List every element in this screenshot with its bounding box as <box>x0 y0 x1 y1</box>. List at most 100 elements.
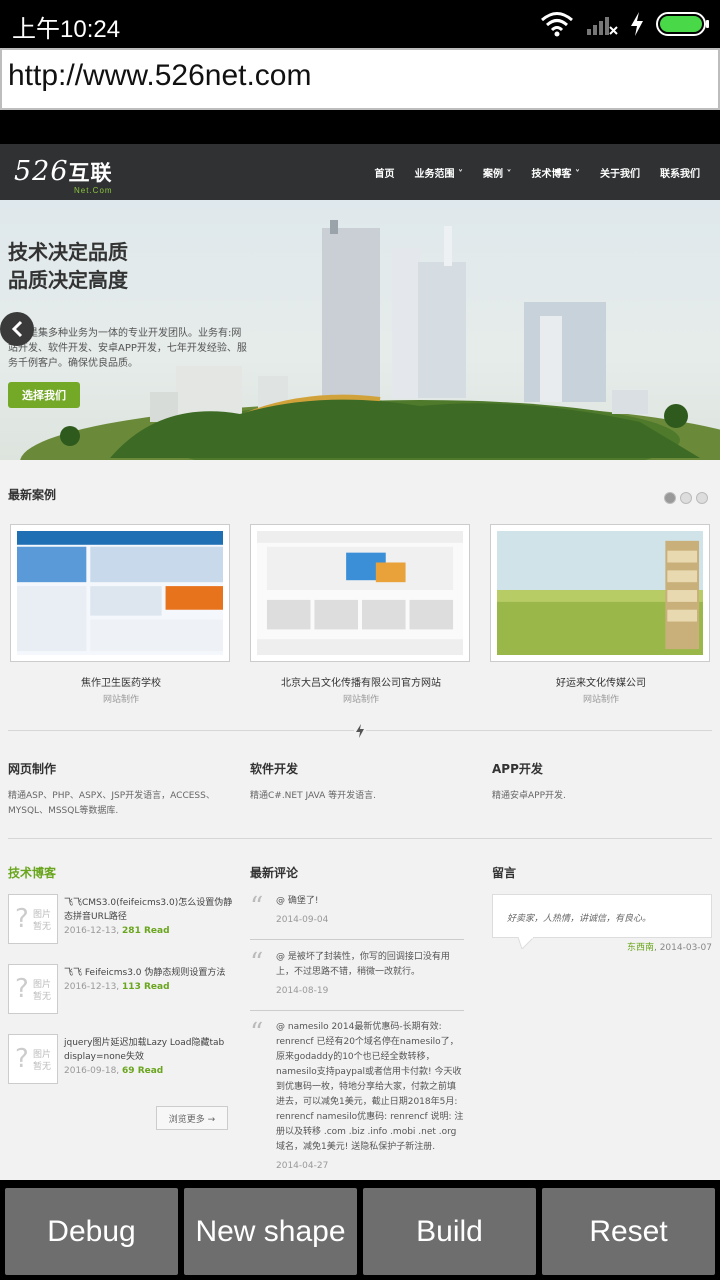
case-name[interactable]: 北京大吕文化传播有限公司官方网站 <box>250 674 472 689</box>
service-software: 软件开发 精通C#.NET JAVA 等开发语言. <box>250 760 470 804</box>
comment-text[interactable]: @ 是被坏了封装性，你写的回调接口没有用上，不过思路不错，稍微一改就行。 <box>276 950 464 980</box>
blog-item-meta: 2016-12-13, 281 Read <box>64 926 170 936</box>
service-desc: 精通C#.NET JAVA 等开发语言. <box>250 791 377 801</box>
reset-button[interactable]: Reset <box>542 1188 715 1275</box>
case-thumbnail[interactable] <box>250 524 470 662</box>
case-thumbnail[interactable] <box>10 524 230 662</box>
svg-text:图片: 图片 <box>33 908 51 920</box>
battery-icon <box>656 12 709 36</box>
url-input[interactable] <box>2 50 718 108</box>
hero-banner: 技术决定品质 品质决定高度 互联是集多种业务为一体的专业开发团队。业务有:网站开… <box>0 200 720 460</box>
nav-about[interactable]: 关于我们 <box>600 165 640 180</box>
image-placeholder: ? 图片 暂无 <box>8 894 58 944</box>
comment-item: “ @ 是被坏了封装性，你写的回调接口没有用上，不过思路不错，稍微一改就行。 2… <box>250 950 464 996</box>
blog-item-meta: 2016-09-18, 69 Read <box>64 1066 164 1076</box>
case-name[interactable]: 好运来文化传媒公司 <box>490 674 712 689</box>
section-divider <box>8 838 712 839</box>
bottom-toolbar: Debug New shape Build Reset <box>0 1180 720 1280</box>
logo-cn: 互联 <box>68 161 113 185</box>
comment-divider <box>250 1010 464 1011</box>
quote-icon: “ <box>250 892 264 922</box>
service-web: 网页制作 精通ASP、PHP、ASPX、JSP开发语言，ACCESS、MYSQL… <box>8 760 228 819</box>
webview[interactable]: 526互联 Net.Com 首页 业务范围 ˅ 案例 ˅ 技术博客 ˅ 关于我们… <box>0 144 720 1180</box>
site-nav-menu: 首页 业务范围 ˅ 案例 ˅ 技术博客 ˅ 关于我们 联系我们 <box>375 144 700 200</box>
quote-icon: “ <box>250 948 264 978</box>
hero-text: 互联是集多种业务为一体的专业开发团队。业务有:网站开发、软件开发、安卓APP开发… <box>8 328 247 369</box>
blog-item-title[interactable]: 飞飞 Feifeicms3.0 伪静态规则设置方法 <box>64 966 236 980</box>
comments-title: 最新评论 <box>250 866 299 880</box>
wifi-icon <box>541 12 573 37</box>
guestbook-author: 东西南, 2014-03-07 <box>492 940 712 953</box>
charging-icon <box>631 12 643 36</box>
image-placeholder: ? 图片 暂无 <box>8 1034 58 1084</box>
guestbook-author-name[interactable]: 东西南 <box>627 943 654 953</box>
blog-item[interactable]: ? 图片 暂无 jquery图片延迟加载Lazy Load隐藏tab displ… <box>8 1034 238 1086</box>
blog-item-meta: 2016-12-13, 113 Read <box>64 982 170 992</box>
guestbook-bubble: 好卖家，人热情，讲诚信，有良心。 <box>492 894 712 938</box>
nav-contact[interactable]: 联系我们 <box>660 165 700 180</box>
blog-title: 技术博客 <box>8 866 57 880</box>
hero-headline: 技术决定品质 品质决定高度 <box>8 238 128 294</box>
no-signal-icon <box>587 17 618 35</box>
status-time: 上午10:24 <box>12 16 121 43</box>
pager-dot[interactable] <box>680 492 692 504</box>
logo-number: 526 <box>14 156 69 187</box>
carousel-prev-button[interactable] <box>0 312 34 346</box>
quote-icon: “ <box>250 1018 264 1048</box>
guestbook-date: , 2014-03-07 <box>653 943 712 953</box>
comment-item: “ @ namesilo 2014最新优惠码-长期有效: renrencf 已经… <box>250 1020 464 1171</box>
browse-more-button[interactable]: 浏览更多 → <box>156 1106 228 1130</box>
hero-headline-1: 技术决定品质 <box>8 240 128 264</box>
case-thumbnail[interactable] <box>490 524 710 662</box>
nav-home[interactable]: 首页 <box>375 165 395 180</box>
svg-text:图片: 图片 <box>33 978 51 990</box>
build-button[interactable]: Build <box>363 1188 536 1275</box>
lightning-icon <box>354 724 366 738</box>
blog-item-title[interactable]: jquery图片延迟加载Lazy Load隐藏tab display=none失… <box>64 1036 236 1064</box>
guestbook-title: 留言 <box>492 866 517 880</box>
site-logo[interactable]: 526互联 Net.Com <box>14 156 113 195</box>
service-title: 网页制作 <box>8 762 57 776</box>
nav-cases[interactable]: 案例 ˅ <box>483 165 511 180</box>
case-card[interactable]: 焦作卫生医药学校 网站制作 <box>10 524 232 705</box>
nav-blog[interactable]: 技术博客 ˅ <box>532 165 580 180</box>
toolbar-gap <box>0 110 720 144</box>
case-name[interactable]: 焦作卫生医药学校 <box>10 674 232 689</box>
hero-choose-button[interactable]: 选择我们 <box>8 382 80 408</box>
logo-sub: Net.Com <box>74 186 113 195</box>
no-image-icon: ? 图片 暂无 <box>15 1044 51 1074</box>
service-desc: 精通安卓APP开发. <box>492 791 566 801</box>
svg-text:暂无: 暂无 <box>33 1060 51 1072</box>
pager-dot[interactable] <box>664 492 676 504</box>
svg-text:图片: 图片 <box>33 1048 51 1060</box>
hero-headline-2: 品质决定高度 <box>8 268 128 292</box>
case-screenshot <box>497 531 703 655</box>
svg-text:?: ? <box>15 904 29 934</box>
comment-text[interactable]: @ namesilo 2014最新优惠码-长期有效: renrencf 已经有2… <box>276 1020 464 1155</box>
site-header: 526互联 Net.Com 首页 业务范围 ˅ 案例 ˅ 技术博客 ˅ 关于我们… <box>0 144 720 200</box>
blog-item[interactable]: ? 图片 暂无 飞飞 Feifeicms3.0 伪静态规则设置方法 2016-1… <box>8 964 238 1016</box>
case-screenshot <box>17 531 224 655</box>
url-bar[interactable] <box>0 48 720 110</box>
comment-text[interactable]: @ 确堡了! <box>276 894 464 909</box>
comment-date: 2014-08-19 <box>276 986 329 996</box>
case-card[interactable]: 好运来文化传媒公司 网站制作 <box>490 524 712 705</box>
guestbook-text: 好卖家，人热情，讲诚信，有良心。 <box>507 914 652 924</box>
nav-services[interactable]: 业务范围 ˅ <box>415 165 463 180</box>
svg-text:暂无: 暂无 <box>33 920 51 932</box>
svg-text:?: ? <box>15 1044 29 1074</box>
no-image-icon: ? 图片 暂无 <box>15 974 51 1004</box>
blog-item-title[interactable]: 飞飞CMS3.0(feifeicms3.0)怎么设置伪静态拼音URL路径 <box>64 896 236 924</box>
case-category: 网站制作 <box>102 695 139 705</box>
case-category: 网站制作 <box>342 695 379 705</box>
comment-item: “ @ 确堡了! 2014-09-04 <box>250 894 464 925</box>
svg-text:?: ? <box>15 974 29 1004</box>
blog-item[interactable]: ? 图片 暂无 飞飞CMS3.0(feifeicms3.0)怎么设置伪静态拼音U… <box>8 894 238 946</box>
comment-date: 2014-09-04 <box>276 915 329 925</box>
pager-dot[interactable] <box>696 492 708 504</box>
status-bar: 上午10:24 <box>0 0 720 48</box>
comment-divider <box>250 939 464 940</box>
new-shape-button[interactable]: New shape <box>184 1188 357 1275</box>
case-card[interactable]: 北京大吕文化传播有限公司官方网站 网站制作 <box>250 524 472 705</box>
debug-button[interactable]: Debug <box>5 1188 178 1275</box>
